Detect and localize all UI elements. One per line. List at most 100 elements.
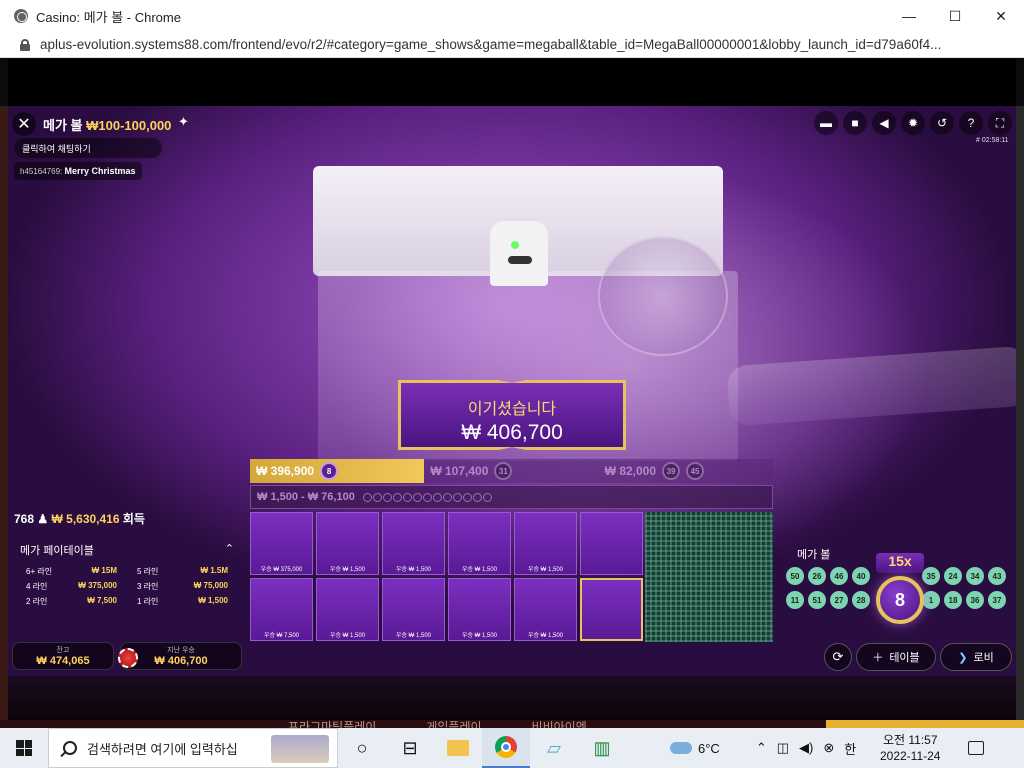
weather-widget[interactable]: 6°C (670, 741, 720, 756)
bingo-card[interactable] (580, 578, 643, 641)
clock[interactable]: 오전 11:57 2022-11-24 (870, 732, 950, 764)
search-icon (63, 741, 77, 755)
lobby-label: 로비 (973, 652, 994, 664)
add-table-label: 테이블 (889, 652, 920, 664)
bingo-card[interactable]: 우승 ₩ 1,500 (448, 578, 511, 641)
bingo-card[interactable]: 우승 ₩ 7,500 (250, 578, 313, 641)
mega-ball: 8 (876, 576, 924, 624)
taskbar: 검색하려면 여기에 입력하십 ○ ⊟ ▱ ▥ 6°C ⌃ ◫ ◀) ⊗ 한 오전… (0, 728, 1024, 768)
mega-paytable[interactable]: 메가 페이테이블 ⌃ 6+ 라인 ₩ 15M 5 라인 ₩ 1.5M 4 라인 ₩ 3… (12, 538, 242, 630)
site-link[interactable]: 비비아이엔 (532, 718, 587, 728)
notification-icon[interactable] (968, 741, 985, 755)
address-bar[interactable]: aplus-evolution.systems88.com/frontend/e… (0, 32, 1024, 58)
search-placeholder: 검색하려면 여기에 입력하십 (87, 741, 238, 757)
history-icon[interactable]: ↺ (930, 111, 954, 135)
drawn-ball: 1 (922, 591, 940, 609)
bingo-card[interactable] (580, 512, 643, 575)
total-suffix: 회득 (122, 512, 145, 526)
balance-value: ₩ 474,065 (36, 655, 90, 667)
drawn-ball: 36 (966, 591, 984, 609)
site-link[interactable]: 게임플레이 (426, 718, 481, 728)
maximize-button[interactable]: ☐ (932, 0, 978, 32)
drawn-ball: 46 (830, 567, 848, 585)
windows-start-icon[interactable] (0, 728, 48, 768)
video-icon[interactable]: ■ (843, 111, 867, 135)
volume-icon[interactable]: ◀) (799, 740, 813, 756)
right-edge-background (1016, 106, 1024, 726)
win-banner: 이기셨습니다 ₩ 406,700 (398, 380, 626, 450)
range-text: ₩ 1,500 - ₩ 76,100 (257, 491, 355, 503)
close-window-button[interactable]: ✕ (978, 0, 1024, 32)
help-icon[interactable]: ? (959, 111, 983, 135)
bingo-card[interactable]: 우승 ₩ 1,500 (514, 578, 577, 641)
chevron-up-icon[interactable]: ⌃ (756, 740, 767, 756)
game-title: 메가 볼 ₩100-100,000 (43, 115, 171, 134)
sensor-device (490, 221, 548, 286)
total-won: ₩ 5,630,416 (51, 512, 120, 526)
chat-message: h45164769: Merry Christmas (14, 162, 142, 180)
site-links: 프라그마틱플레이 게임플레이 비비아이엔 (288, 718, 587, 728)
minimize-button[interactable]: — (886, 0, 932, 32)
ime-indicator[interactable]: 한 (844, 739, 856, 758)
prize-bar: ₩ 396,900 8 ₩ 107,400 31 ₩ 82,000 39 45 (250, 459, 773, 483)
bingo-card[interactable]: 우승 ₩ 1,500 (448, 512, 511, 575)
system-tray: ⌃ ◫ ◀) ⊗ 한 (756, 739, 856, 758)
drawn-ball: 11 (786, 591, 804, 609)
site-link[interactable]: 프라그마틱플레이 (288, 718, 376, 728)
lobby-button[interactable]: ❯ 로비 (940, 643, 1012, 671)
drawn-ball: 28 (852, 591, 870, 609)
game-limits: ₩100-100,000 (86, 118, 172, 133)
prize-segment: ₩ 82,000 39 45 (598, 459, 773, 483)
drawn-ball: 27 (830, 591, 848, 609)
last-win-value: ₩ 406,700 (154, 655, 208, 667)
players-summary: 768 ♟ ₩ 5,630,416 회득 (14, 510, 145, 527)
prize-ball: 45 (686, 462, 705, 480)
drawn-ball: 18 (944, 591, 962, 609)
sound-icon[interactable]: ◀ (872, 111, 896, 135)
payout-range: ₩ 1,500 - ₩ 76,100 (250, 485, 773, 509)
chips-icon (118, 648, 138, 668)
taskbar-search-input[interactable]: 검색하려면 여기에 입력하십 (48, 728, 338, 768)
lock-icon (20, 38, 30, 51)
add-table-button[interactable]: ＋ 테이블 (856, 643, 936, 671)
temperature: 6°C (698, 740, 720, 756)
chrome-icon[interactable] (482, 728, 530, 768)
win-amount: ₩ 406,700 (461, 421, 563, 444)
last-win-box: 지난 우승 ₩ 406,700 (120, 642, 242, 670)
close-game-button[interactable]: ✕ (12, 112, 36, 136)
bingo-card[interactable]: 우승 ₩ 1,500 (316, 578, 379, 641)
player-count: 768 (14, 512, 35, 526)
url-text[interactable]: aplus-evolution.systems88.com/frontend/e… (40, 37, 1020, 52)
paytable-row: 2 라인 ₩ 7,500 (26, 596, 117, 606)
sparkle-icon[interactable]: ✦ (178, 114, 189, 130)
chat-input[interactable]: 클릭하여 채팅하기 (14, 138, 162, 158)
chat-icon[interactable]: ▬ (814, 111, 838, 135)
bingo-card[interactable]: 우승 ₩ 1,500 (316, 512, 379, 575)
balance-box: 잔고 ₩ 474,065 (12, 642, 114, 670)
repeat-bet-icon[interactable]: ⟳ (824, 643, 852, 671)
task-view-icon[interactable]: ○ (338, 728, 386, 768)
ball-rail (726, 345, 1016, 427)
prize-ball: 39 (662, 462, 681, 480)
extra-cards-grid[interactable] (645, 512, 773, 642)
drawn-ball: 40 (852, 567, 870, 585)
settings-gear-icon[interactable]: ✹ (901, 111, 925, 135)
chart-app-icon[interactable]: ▥ (578, 728, 626, 768)
chat-text: Merry Christmas (64, 166, 136, 176)
widgets-icon[interactable]: ⊟ (386, 728, 434, 768)
bingo-card[interactable]: 우승 ₩ 1,500 (382, 512, 445, 575)
file-explorer-icon[interactable] (434, 728, 482, 768)
network-icon[interactable]: ⊗ (823, 740, 834, 756)
fullscreen-icon[interactable]: ⛶ (988, 111, 1012, 135)
bingo-card[interactable]: 우승 ₩ 1,500 (514, 512, 577, 575)
sensor-led (511, 241, 519, 249)
window-title: Casino: 메가 볼 - Chrome (36, 9, 181, 25)
chevron-up-icon[interactable]: ⌃ (225, 542, 234, 558)
drawn-ball: 24 (944, 567, 962, 585)
camera-icon[interactable]: ◫ (777, 740, 789, 756)
paytable-row: 6+ 라인 ₩ 15M (26, 566, 117, 576)
bingo-card[interactable]: 우승 ₩ 375,000 (250, 512, 313, 575)
app-icon[interactable]: ▱ (530, 728, 578, 768)
bingo-card[interactable]: 우승 ₩ 1,500 (382, 578, 445, 641)
bingo-cards: 우승 ₩ 375,000 우승 ₩ 1,500 우승 ₩ 1,500 우승 ₩ … (250, 512, 645, 642)
